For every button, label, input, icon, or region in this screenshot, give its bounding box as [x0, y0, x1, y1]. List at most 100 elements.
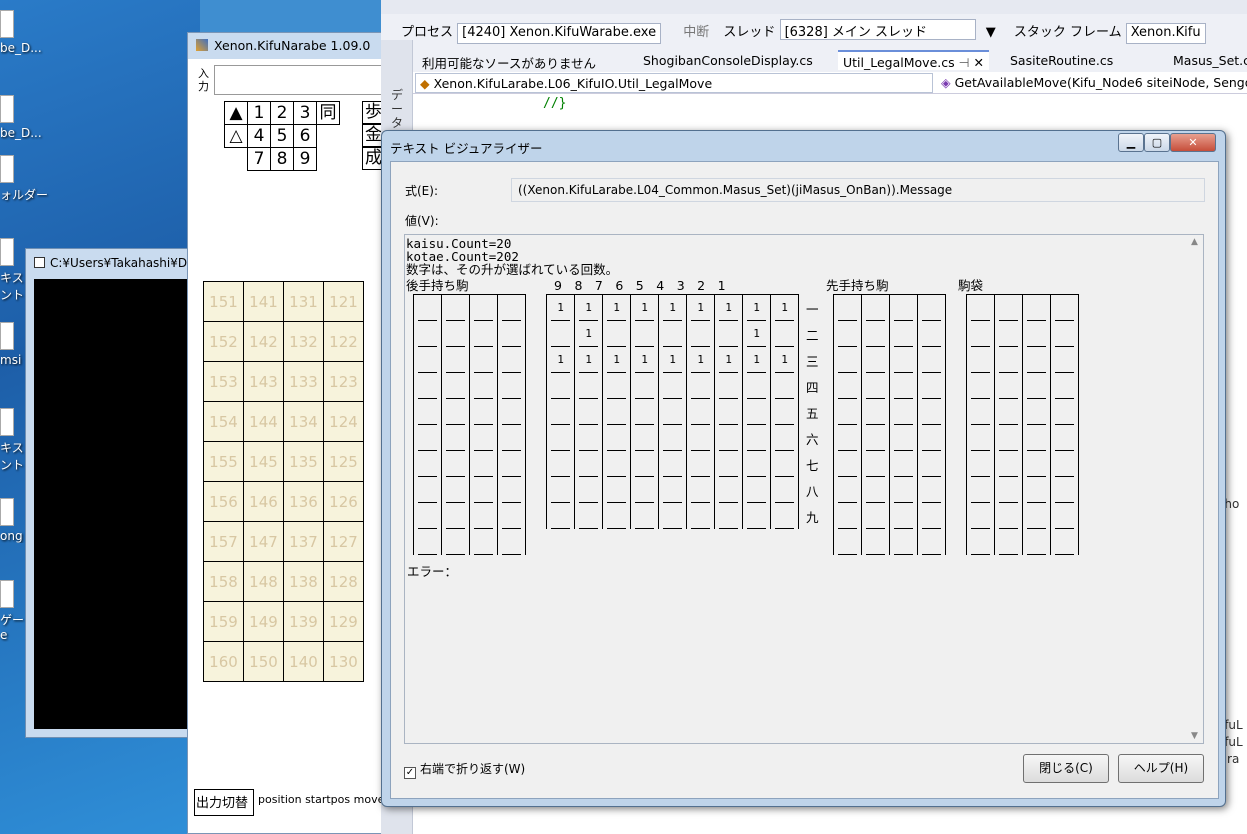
document-tab[interactable]: Util_LegalMove.cs ⊣ ✕ [838, 50, 989, 70]
keypad-key[interactable]: △ [224, 124, 248, 148]
close-tab-icon[interactable]: ✕ [973, 55, 983, 70]
filter-icon[interactable]: ▼ [986, 25, 996, 40]
board-square[interactable]: 123 [323, 361, 364, 402]
keypad-key[interactable]: 同 [316, 101, 340, 125]
value-scrollbar[interactable]: ▲ ▼ [1186, 235, 1203, 743]
kifunarabe-titlebar[interactable]: Xenon.KifuNarabe 1.09.0 [188, 33, 382, 59]
board-square[interactable]: 152 [203, 321, 244, 362]
grid-row [413, 372, 526, 399]
board-square[interactable]: 159 [203, 601, 244, 642]
grid-cell [889, 398, 918, 425]
console-output[interactable] [34, 279, 199, 729]
kifunarabe-window[interactable]: Xenon.KifuNarabe 1.09.0 入力 ▲ 1 2 3 同 △ 4 5 6 7 8 9 … [187, 32, 390, 834]
board-square[interactable]: 128 [323, 561, 364, 602]
maximize-button[interactable]: ▢ [1144, 133, 1170, 152]
grid-cell [742, 398, 771, 425]
board-square[interactable]: 150 [243, 641, 284, 682]
board-square[interactable]: 126 [323, 481, 364, 522]
document-tab[interactable]: ShogibanConsoleDisplay.cs [638, 50, 818, 70]
board-square[interactable]: 140 [283, 641, 324, 682]
keypad-key[interactable]: 1 [247, 101, 271, 125]
grid-cell [686, 320, 715, 347]
shortcut-icon [0, 498, 14, 526]
keypad-key[interactable]: ▲ [224, 101, 248, 125]
expression-field[interactable]: ((Xenon.KifuLarabe.L04_Common.Masus_Set)… [511, 178, 1205, 202]
board-square[interactable]: 133 [283, 361, 324, 402]
board-square[interactable]: 148 [243, 561, 284, 602]
board-square[interactable]: 134 [283, 401, 324, 442]
board-square[interactable]: 145 [243, 441, 284, 482]
board-square[interactable]: 158 [203, 561, 244, 602]
text-visualizer-dialog[interactable]: テキスト ビジュアライザー ▁ ▢ ✕ 式(E): ((Xenon.KifuLa… [381, 130, 1226, 807]
desktop-icon[interactable]: be_D... [0, 10, 60, 55]
document-tab[interactable]: 利用可能なソースがありません [417, 50, 601, 71]
board-square[interactable]: 122 [323, 321, 364, 362]
help-button[interactable]: ヘルプ(H) [1118, 754, 1204, 783]
close-button[interactable]: 閉じる(C) [1023, 754, 1109, 783]
class-nav-combo[interactable]: ◆ Xenon.KifuLarabe.L06_KifuIO.Util_Legal… [415, 73, 933, 93]
board-square[interactable]: 132 [283, 321, 324, 362]
keypad-key[interactable]: 4 [247, 124, 271, 148]
desktop-icon[interactable]: be_D... [0, 95, 60, 140]
board-square[interactable]: 142 [243, 321, 284, 362]
board-square[interactable]: 160 [203, 641, 244, 682]
board-square[interactable]: 155 [203, 441, 244, 482]
board-square[interactable]: 144 [243, 401, 284, 442]
close-window-button[interactable]: ✕ [1170, 133, 1216, 152]
board-square[interactable]: 139 [283, 601, 324, 642]
pin-icon[interactable]: ⊣ [955, 55, 974, 70]
board-square[interactable]: 121 [323, 281, 364, 322]
board-square[interactable]: 143 [243, 361, 284, 402]
document-tab[interactable]: Masus_Set.cs [1168, 50, 1247, 70]
minimize-button[interactable]: ▁ [1118, 133, 1144, 152]
keypad-row: 789 [225, 147, 340, 171]
grid-cell [574, 502, 603, 529]
board-square[interactable]: 137 [283, 521, 324, 562]
keypad-key[interactable]: 7 [247, 147, 271, 171]
board-square[interactable]: 153 [203, 361, 244, 402]
break-label[interactable]: 中断 [683, 25, 709, 40]
board-square[interactable]: 149 [243, 601, 284, 642]
thread-combo[interactable]: [6328] メイン スレッド [779, 19, 976, 40]
board-square[interactable]: 146 [243, 481, 284, 522]
grid-cell [602, 424, 631, 451]
board-square[interactable]: 130 [323, 641, 364, 682]
keypad-key[interactable]: 2 [270, 101, 294, 125]
grid-cell: 1 [742, 346, 771, 373]
checkbox-check-icon[interactable]: ✓ [404, 767, 416, 779]
board-square[interactable]: 141 [243, 281, 284, 322]
board-square[interactable]: 156 [203, 481, 244, 522]
keypad-key[interactable]: 9 [293, 147, 317, 171]
value-textbox[interactable]: kaisu.Count=20 kotae.Count=202 数字は、その升が選ばれ… [404, 234, 1204, 744]
move-input[interactable] [214, 65, 384, 95]
keypad-key[interactable]: 8 [270, 147, 294, 171]
board-square[interactable]: 154 [203, 401, 244, 442]
grid-cell: 1 [714, 346, 743, 373]
board-square[interactable]: 151 [203, 281, 244, 322]
console-window[interactable]: C:¥Users¥Takahashi¥D [25, 248, 200, 738]
member-nav-combo[interactable]: ◈ GetAvailableMove(Kifu_Node6 siteiNode,… [937, 73, 1247, 93]
board-square[interactable]: 127 [323, 521, 364, 562]
board-square[interactable]: 157 [203, 521, 244, 562]
keypad-key[interactable]: 6 [293, 124, 317, 148]
board-square[interactable]: 138 [283, 561, 324, 602]
board-square[interactable]: 125 [323, 441, 364, 482]
keypad-key[interactable]: 3 [293, 101, 317, 125]
grid-row [546, 398, 799, 425]
board-square[interactable]: 131 [283, 281, 324, 322]
document-tab[interactable]: SasiteRoutine.cs [1005, 50, 1118, 70]
process-combo[interactable]: [4240] Xenon.KifuWarabe.exe [457, 23, 662, 44]
board-square[interactable]: 135 [283, 441, 324, 482]
board-row: 156 146 136 126 [203, 481, 364, 522]
board-square[interactable]: 136 [283, 481, 324, 522]
console-titlebar[interactable]: C:¥Users¥Takahashi¥D [26, 249, 199, 277]
board-square[interactable]: 129 [323, 601, 364, 642]
grid-cell [686, 450, 715, 477]
output-toggle-button[interactable]: 出力切替 [194, 789, 254, 816]
desktop-icon[interactable]: ォルダー [0, 155, 60, 203]
board-square[interactable]: 124 [323, 401, 364, 442]
keypad-key[interactable]: 5 [270, 124, 294, 148]
stack-frame-combo[interactable]: Xenon.Kifu [1125, 23, 1206, 44]
wrap-checkbox[interactable]: ✓ 右端で折り返す(W) [404, 760, 525, 779]
board-square[interactable]: 147 [243, 521, 284, 562]
